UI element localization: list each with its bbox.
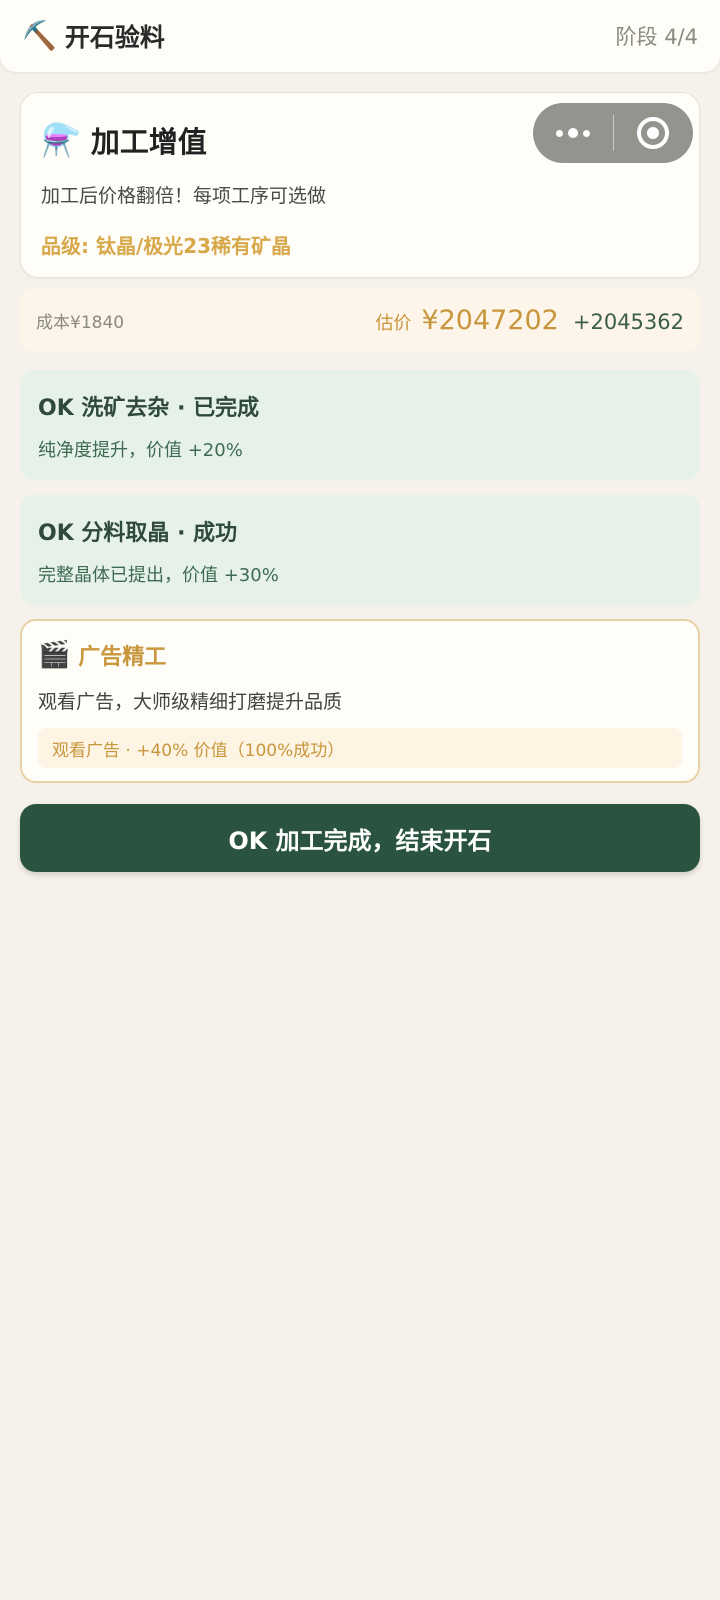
clapperboard-icon: 🎬 bbox=[38, 640, 71, 670]
stage-indicator: 阶段 4/4 bbox=[615, 25, 698, 49]
step-card-split: OK 分料取晶 · 成功 完整晶体已提出，价值 +30% bbox=[20, 495, 700, 605]
price-summary-bar: 成本¥1840 估价 ¥2047202 +2045362 bbox=[20, 288, 700, 352]
cost-value: 成本¥1840 bbox=[36, 312, 125, 333]
top-bar-left: ⛏️ 开石验料 bbox=[22, 18, 165, 54]
step-description: 完整晶体已提出，价值 +30% bbox=[38, 565, 279, 586]
more-button[interactable] bbox=[533, 103, 613, 163]
step-card-wash: OK 洗矿去杂 · 已完成 纯净度提升，价值 +20% bbox=[20, 370, 700, 480]
close-button[interactable] bbox=[614, 103, 694, 163]
section-title: 加工增值 bbox=[90, 125, 207, 159]
step-title: OK 洗矿去杂 · 已完成 bbox=[38, 396, 260, 421]
profit-value: +2045362 bbox=[572, 309, 684, 334]
finish-processing-button[interactable]: OK 加工完成，结束开石 bbox=[20, 804, 700, 872]
processing-header-card: ⚗️ 加工增值 加工后价格翻倍！每项工序可选做 品级: 钛晶/极光23稀有矿晶 bbox=[20, 92, 700, 278]
miniprogram-capsule bbox=[533, 103, 693, 163]
ad-refine-card: 🎬 广告精工 观看广告，大师级精细打磨提升品质 观看广告 · +40% 价值（1… bbox=[20, 619, 700, 783]
ad-title: 广告精工 bbox=[78, 645, 167, 670]
step-title: OK 分料取晶 · 成功 bbox=[38, 521, 238, 546]
page-title: 开石验料 bbox=[64, 23, 165, 52]
estimate-value: ¥2047202 bbox=[421, 304, 559, 336]
top-bar: ⛏️ 开石验料 阶段 4/4 bbox=[0, 0, 720, 72]
target-close-icon bbox=[637, 117, 670, 149]
step-description: 纯净度提升，价值 +20% bbox=[38, 440, 243, 461]
flask-icon: ⚗️ bbox=[41, 121, 81, 159]
ad-title-row: 🎬 广告精工 bbox=[38, 639, 682, 671]
section-description: 加工后价格翻倍！每项工序可选做 bbox=[41, 185, 327, 207]
ad-description: 观看广告，大师级精细打磨提升品质 bbox=[38, 691, 343, 713]
watch-ad-button[interactable]: 观看广告 · +40% 价值（100%成功） bbox=[38, 728, 682, 768]
estimate-label: 估价 bbox=[375, 312, 412, 334]
estimate-group: 估价 ¥2047202 +2045362 bbox=[375, 305, 684, 336]
pickaxe-icon: ⛏️ bbox=[22, 19, 57, 52]
grade-label: 品级: 钛晶/极光23稀有矿晶 bbox=[41, 234, 292, 258]
more-dots-icon bbox=[555, 128, 590, 138]
